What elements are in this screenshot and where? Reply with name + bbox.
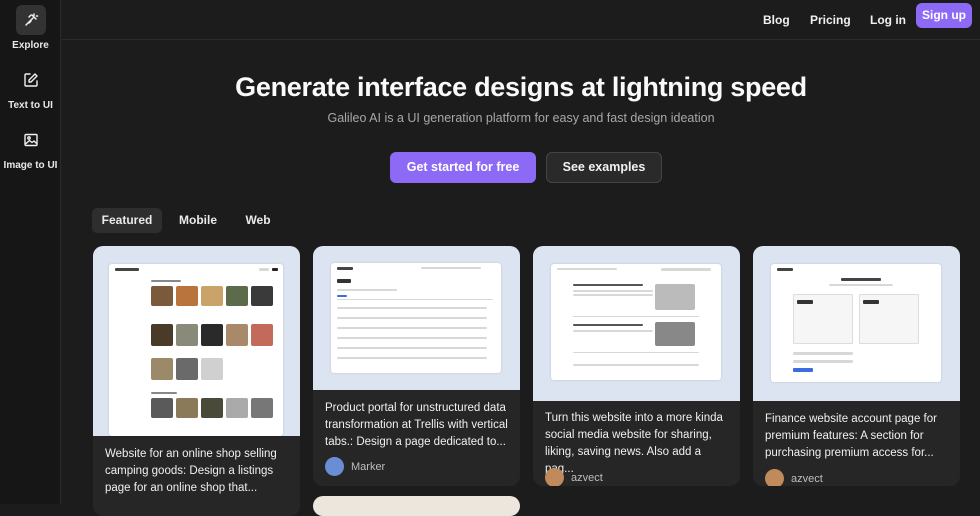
design-card[interactable]: Finance website account page for premium… (753, 246, 960, 486)
author-name: azvect (791, 472, 823, 485)
sidebar: Explore Text to UI Image to UI (0, 0, 61, 504)
sidebar-item-label: Explore (12, 40, 49, 51)
hero-subtitle: Galileo AI is a UI generation platform f… (327, 111, 715, 125)
sidebar-item-text-to-ui[interactable]: Text to UI (0, 65, 61, 111)
card-description: Product portal for unstructured data tra… (325, 402, 508, 448)
pricing-link[interactable]: Pricing (810, 8, 851, 32)
sidebar-item-explore[interactable]: Explore (0, 5, 61, 51)
avatar (765, 469, 784, 486)
signup-button[interactable]: Sign up (916, 3, 972, 28)
card-preview-image (93, 246, 300, 436)
blog-link[interactable]: Blog (763, 8, 790, 32)
get-started-button[interactable]: Get started for free (390, 152, 536, 183)
see-examples-button[interactable]: See examples (546, 152, 662, 183)
card-description: Finance website account page for premium… (765, 413, 937, 459)
design-card[interactable]: Turn this website into a more kinda soci… (533, 246, 740, 486)
design-card[interactable]: Product portal for unstructured data tra… (313, 246, 520, 486)
tab-web[interactable]: Web (236, 208, 280, 233)
edit-icon (16, 65, 46, 95)
design-card[interactable]: Website for an online shop selling campi… (93, 246, 300, 516)
avatar (545, 468, 564, 486)
card-preview-image (533, 246, 740, 401)
wand-icon (15, 5, 46, 35)
avatar (325, 457, 344, 476)
author: Marker (325, 457, 385, 476)
author-name: Marker (351, 460, 386, 473)
author-name: azvect (571, 471, 603, 484)
card-preview-image (313, 246, 520, 390)
tab-featured[interactable]: Featured (92, 208, 162, 233)
card-preview-image (753, 246, 960, 401)
design-card[interactable] (313, 496, 520, 516)
author: azvect (545, 468, 603, 486)
preview-news-page (551, 264, 721, 380)
card-description: Website for an online shop selling campi… (105, 448, 277, 494)
image-icon (16, 125, 46, 155)
preview-listings-page (109, 264, 283, 436)
preview-jobs-page (331, 263, 501, 373)
sidebar-item-image-to-ui[interactable]: Image to UI (0, 125, 61, 171)
login-link[interactable]: Log in (870, 8, 906, 32)
sidebar-item-label: Image to UI (3, 160, 58, 171)
author: azvect (765, 469, 823, 486)
hero-title: Generate interface designs at lightning … (235, 72, 807, 102)
tab-mobile[interactable]: Mobile (170, 208, 226, 233)
preview-pricing-page (771, 264, 941, 382)
sidebar-item-label: Text to UI (8, 100, 53, 111)
